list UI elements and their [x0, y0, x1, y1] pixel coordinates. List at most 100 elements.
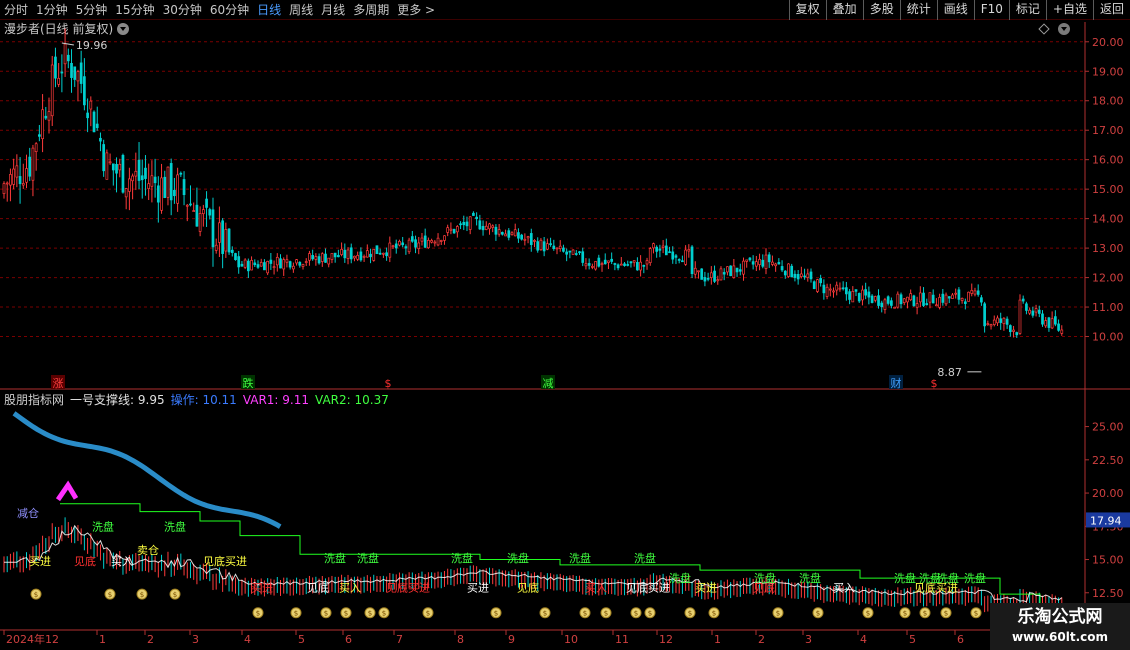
low-label: 8.87 — [937, 366, 962, 379]
x-axis-label: 4 — [860, 633, 867, 646]
candle-body — [613, 263, 617, 265]
candle-body — [899, 294, 903, 305]
candle-body — [256, 264, 260, 268]
candle-body — [89, 100, 93, 110]
candle-body — [790, 265, 794, 278]
candle-body — [301, 264, 305, 267]
candle-body — [581, 251, 585, 263]
ind-label-jiancang: 减仓 — [17, 506, 39, 520]
candle-body — [909, 293, 913, 301]
money-bag-glyph: $ — [34, 591, 38, 599]
candle-body — [462, 221, 466, 226]
candle-body — [513, 229, 517, 237]
main-y-tick-label: 16.00 — [1092, 154, 1124, 167]
ind-label-buy: 见底买进 — [626, 580, 670, 594]
candle-body — [825, 286, 829, 297]
candle-body — [1025, 303, 1028, 311]
candle-body — [337, 255, 340, 258]
candle-body — [272, 266, 276, 269]
candle-body — [928, 292, 932, 303]
ind-label-buy: 买入 — [833, 581, 855, 594]
candle-body — [681, 260, 684, 263]
candle-body — [86, 112, 89, 119]
candle-body — [610, 258, 614, 262]
candle-body — [642, 265, 646, 267]
candle-body — [764, 254, 768, 269]
candle-body — [382, 252, 385, 255]
ind-label-xipan: 洗盘 — [669, 571, 691, 585]
candle-body — [890, 300, 893, 306]
candle-body — [629, 261, 633, 264]
money-bag-glyph: $ — [543, 610, 547, 618]
money-bag-glyph: $ — [923, 610, 927, 618]
candle-body — [976, 290, 980, 295]
candle-body — [179, 172, 183, 175]
ind-label-buy: 买入 — [111, 555, 133, 568]
x-axis-label: 7 — [396, 633, 403, 646]
candle-body — [452, 228, 456, 234]
candle-body — [497, 229, 501, 235]
x-axis-label: 12 — [659, 633, 673, 646]
x-axis-label: 8 — [457, 633, 464, 646]
candle-body — [661, 245, 665, 248]
candle-body — [240, 263, 244, 267]
x-axis-label: 6 — [957, 633, 964, 646]
candle-body — [263, 262, 266, 271]
candle-body — [230, 249, 234, 253]
candle-body — [716, 279, 720, 282]
candle-body — [668, 251, 671, 254]
money-bag-glyph: $ — [712, 610, 716, 618]
candle-body — [967, 291, 970, 302]
candle-body — [324, 253, 327, 263]
candle-body — [266, 260, 269, 274]
candle-body — [41, 109, 44, 140]
money-bag-glyph: $ — [816, 610, 820, 618]
candle-body — [105, 152, 109, 180]
money-bag-glyph: $ — [294, 610, 298, 618]
main-y-tick-label: 14.00 — [1092, 213, 1124, 226]
candle-body — [671, 251, 675, 260]
candle-body — [54, 56, 57, 79]
candle-body — [713, 270, 716, 282]
main-y-tick-label: 13.00 — [1092, 242, 1124, 255]
candle-body — [539, 239, 543, 251]
candle-body — [931, 294, 935, 304]
candle-body — [57, 77, 61, 85]
candle-body — [443, 235, 446, 241]
candle-body — [520, 234, 523, 240]
candle-body — [185, 204, 189, 207]
ind-label-xipan: 洗盘 — [324, 551, 346, 565]
candle-body — [76, 71, 80, 82]
candle-body — [947, 296, 951, 299]
candle-body — [552, 245, 556, 250]
candle-body — [873, 296, 877, 301]
candle-body — [73, 66, 77, 80]
candle-body — [163, 176, 167, 198]
candle-body — [989, 324, 993, 327]
candle-body — [751, 261, 755, 265]
candle-body — [574, 253, 578, 255]
candle-body — [558, 245, 562, 250]
candle-body — [176, 174, 179, 204]
candle-body — [632, 260, 636, 263]
money-bag-glyph: $ — [494, 610, 498, 618]
candle-body — [562, 247, 565, 252]
candle-body — [954, 292, 958, 295]
candle-body — [587, 263, 591, 266]
candle-body — [63, 43, 67, 65]
stock-chart[interactable]: 20.00 19.00 18.00 17.00 16.00 15.00 14.00 13.00… — [0, 0, 1130, 650]
candle-body — [735, 267, 739, 273]
candle-body — [565, 251, 569, 255]
candle-body — [247, 260, 250, 272]
candle-body — [803, 275, 806, 278]
candle-body — [243, 259, 247, 268]
candle-body — [902, 298, 906, 303]
candle-body — [401, 242, 405, 246]
candle-body — [484, 225, 488, 230]
candle-body — [754, 261, 758, 267]
candle-body — [941, 293, 945, 303]
candle-body — [963, 301, 967, 304]
indicator-legend: 股朋指标网 一号支撑线: 9.95 操作: 10.11 VAR1: 9.11 V… — [4, 392, 389, 408]
money-bag-glyph: $ — [688, 610, 692, 618]
candle-body — [883, 299, 887, 310]
